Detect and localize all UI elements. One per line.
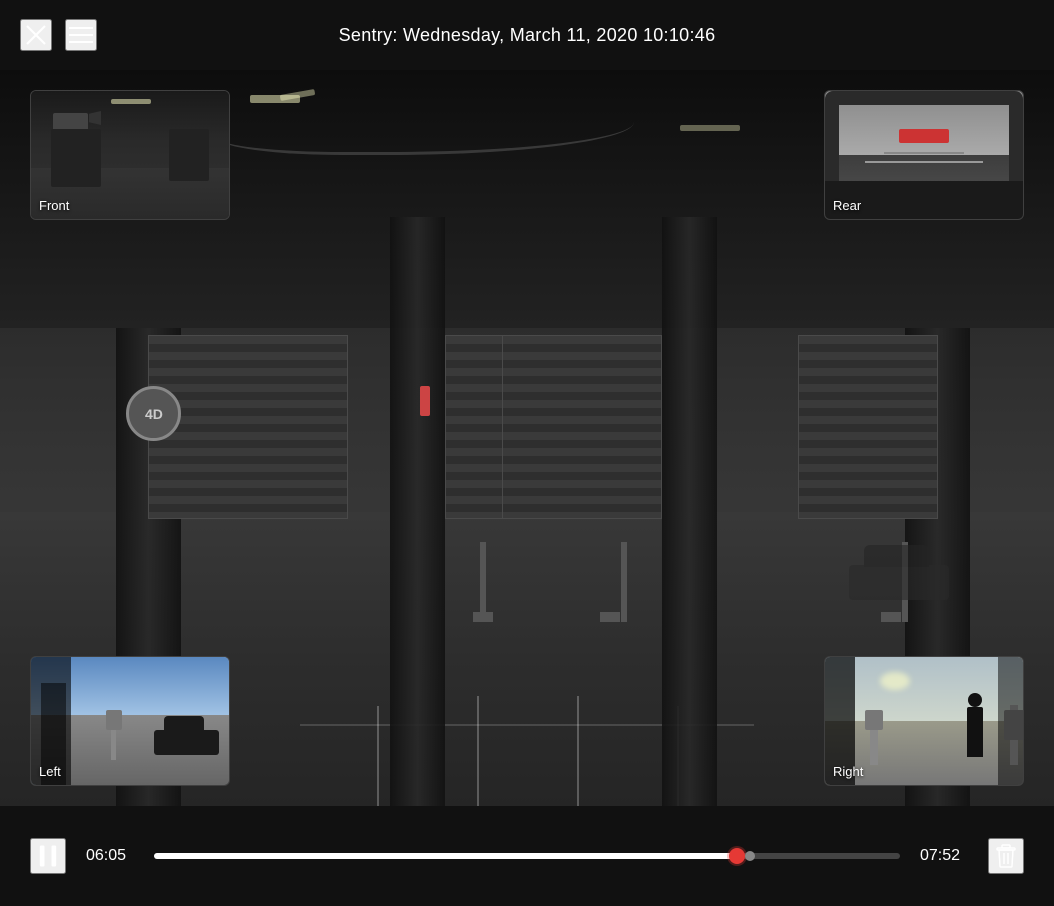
current-time: 06:05	[86, 847, 134, 865]
thumbnail-left[interactable]: Left	[30, 656, 230, 786]
camera-front-lens	[89, 111, 101, 125]
fire-extinguisher	[420, 386, 430, 416]
thumbnail-rear[interactable]: Rear	[824, 90, 1024, 220]
front-pillar-2	[169, 129, 209, 180]
roller-door-left	[148, 335, 348, 519]
main-video: 4D	[0, 70, 1054, 806]
parking-post-head-2	[600, 612, 620, 622]
pillar-center-left	[390, 217, 445, 806]
header-title: Sentry: Wednesday, March 11, 2020 10:10:…	[339, 25, 716, 46]
progress-bar[interactable]	[154, 853, 900, 859]
right-person-body	[967, 707, 983, 757]
roller-door-right	[798, 335, 938, 519]
parking-post-2	[621, 542, 627, 622]
front-label: Front	[39, 198, 69, 213]
right-light	[880, 672, 910, 690]
parking-post-head-3	[881, 612, 901, 622]
ceiling-light-3	[680, 125, 740, 131]
progress-thumb-secondary	[745, 851, 755, 861]
rear-line-2	[865, 161, 984, 163]
menu-icon	[69, 25, 93, 45]
total-time: 07:52	[920, 847, 968, 865]
tesla-badge	[899, 129, 949, 143]
ceiling-rail	[220, 100, 634, 155]
right-label: Right	[833, 764, 863, 779]
rear-line	[884, 152, 963, 154]
delete-icon	[993, 843, 1019, 869]
park-line-2	[477, 696, 479, 806]
menu-button[interactable]	[65, 19, 97, 51]
left-car-body	[154, 730, 219, 755]
parking-post-head-1	[473, 612, 493, 622]
roller-door-center-right	[502, 335, 662, 519]
main-video-area: 4D	[0, 70, 1054, 806]
parking-post-1	[480, 542, 486, 622]
close-icon	[24, 23, 48, 47]
delete-button[interactable]	[988, 838, 1024, 874]
pillar-center-right	[662, 217, 717, 806]
progress-fill	[154, 853, 743, 859]
progress-thumb	[729, 848, 745, 864]
car-far-right	[849, 565, 949, 600]
pause-button[interactable]	[30, 838, 66, 874]
right-post	[870, 710, 878, 765]
pause-icon	[34, 842, 62, 870]
park-line-1	[377, 706, 379, 806]
left-label: Left	[39, 764, 61, 779]
controls-bar: 06:05 07:52	[0, 806, 1054, 906]
right-charger	[1010, 705, 1018, 765]
close-button[interactable]	[20, 19, 52, 51]
thumbnail-right[interactable]: Right	[824, 656, 1024, 786]
header: Sentry: Wednesday, March 11, 2020 10:10:…	[0, 0, 1054, 70]
left-post	[111, 710, 116, 760]
front-pillar	[51, 129, 101, 187]
park-line-3	[577, 696, 579, 806]
front-ceiling-light	[111, 99, 151, 104]
rear-label: Rear	[833, 198, 861, 213]
thumbnail-front[interactable]: Front	[30, 90, 230, 220]
